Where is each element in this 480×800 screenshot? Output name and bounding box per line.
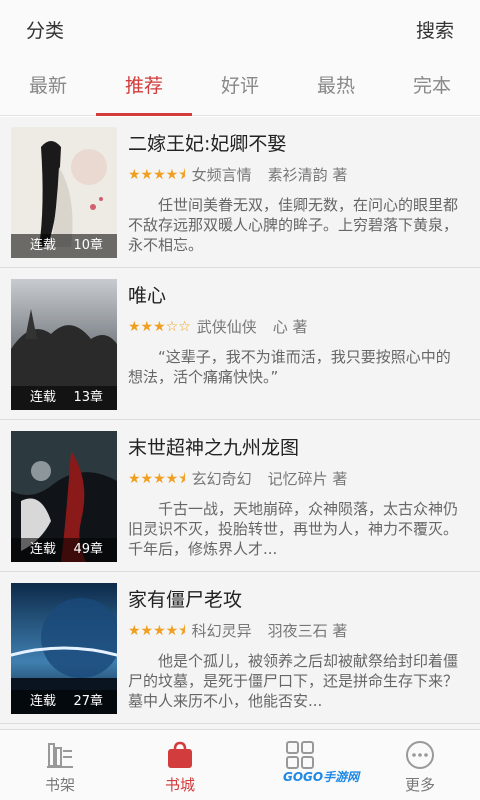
nav-label: 书架	[44, 776, 75, 794]
book-description: 任世间美眷无双，佳卿无数，在问心的眼里都不敌存远那双暖人心脾的眸子。上穷碧落下黄…	[128, 196, 459, 254]
book-author: 羽夜三石 著	[267, 622, 348, 640]
tab-top-rated[interactable]: 好评	[192, 56, 288, 116]
nav-bookstore[interactable]: 书城	[120, 730, 240, 800]
nav-bookshelf[interactable]: 书架	[0, 730, 120, 800]
book-cover[interactable]: 连载 13章	[11, 279, 117, 410]
book-meta: ★★★★⯨ 科幻灵异 羽夜三石 著	[128, 621, 347, 641]
active-tab-indicator	[96, 113, 192, 116]
book-category: 科幻灵异	[191, 622, 252, 640]
book-cover[interactable]: 连载 27章	[11, 583, 117, 714]
book-description: “这辈子，我不为谁而活，我只要按照心中的想法，活个痛痛快快。”	[128, 348, 451, 386]
book-author: 记忆碎片 著	[267, 470, 348, 488]
serial-status: 连载	[30, 238, 57, 253]
serial-status: 连载	[30, 542, 57, 557]
book-author: 心 著	[272, 318, 308, 336]
book-description: 他是个孤儿，被领养之后却被献祭给封印着僵尸的坟墓，是死于僵尸口下，还是拼命生存下…	[128, 652, 459, 710]
tab-recommended[interactable]: 推荐	[96, 56, 192, 116]
rating-stars-icon: ★★★★⯨	[128, 167, 186, 183]
chapter-count: 13章	[73, 390, 103, 405]
grid-icon	[286, 741, 314, 769]
list-item[interactable]: 连载 27章 家有僵尸老攻 ★★★★⯨ 科幻灵异 羽夜三石 著 他是个孤儿，被领养之…	[0, 573, 480, 724]
chapter-count: 10章	[73, 238, 103, 253]
book-category: 玄幻奇幻	[191, 470, 252, 488]
chapter-count: 49章	[73, 542, 103, 557]
more-dots-icon	[406, 741, 434, 769]
list-item[interactable]: 连载 13章 唯心 ★★★☆☆ 武侠仙侠心 著 “这辈子，我不为谁而活，我只要按照…	[0, 269, 480, 420]
cover-status-bar: 连载 13章	[11, 386, 117, 410]
cover-status-bar: 连载 49章	[11, 538, 117, 562]
rating-stars-icon: ★★★☆☆	[128, 319, 191, 335]
top-bar: 分类 搜索	[0, 0, 480, 56]
nav-more[interactable]: 更多	[360, 730, 480, 800]
book-title[interactable]: 家有僵尸老攻	[128, 585, 242, 612]
book-title[interactable]: 唯心	[128, 281, 166, 308]
book-category: 女频言情	[191, 166, 252, 184]
list-item[interactable]: 连载 10章 二嫁王妃:妃卿不娶 ★★★★⯨ 女频言情 素衫清韵 著 任世间美眷无双…	[0, 117, 480, 268]
cover-status-bar: 连载 27章	[11, 690, 117, 714]
tab-bar: 最新 推荐 好评 最热 完本	[0, 56, 480, 116]
book-category: 武侠仙侠	[196, 318, 257, 336]
nav-grid[interactable]	[240, 730, 360, 800]
book-cover[interactable]: 连载 10章	[11, 127, 117, 258]
book-author: 素衫清韵 著	[267, 166, 348, 184]
watermark-logo: GOGO手游网	[283, 770, 360, 784]
book-meta: ★★★★⯨ 女频言情 素衫清韵 著	[128, 165, 347, 185]
rating-stars-icon: ★★★★⯨	[128, 623, 186, 639]
bookshelf-icon	[47, 743, 73, 768]
book-list[interactable]: 连载 10章 二嫁王妃:妃卿不娶 ★★★★⯨ 女频言情 素衫清韵 著 任世间美眷无双…	[0, 117, 480, 729]
book-title[interactable]: 末世超神之九州龙图	[128, 433, 299, 460]
tab-hottest[interactable]: 最热	[288, 56, 384, 116]
tab-completed[interactable]: 完本	[384, 56, 480, 116]
serial-status: 连载	[30, 694, 57, 709]
book-cover[interactable]: 连载 49章	[11, 431, 117, 562]
book-description: 千古一战，天地崩碎，众神陨落，太古众神仍旧灵识不灭，投胎转世，再世为人，神力不覆…	[128, 500, 459, 558]
bottom-nav: 书架 书城 更多	[0, 729, 480, 800]
tab-latest[interactable]: 最新	[0, 56, 96, 116]
nav-label: 书城	[164, 776, 195, 794]
book-meta: ★★★★⯨ 玄幻奇幻 记忆碎片 著	[128, 469, 347, 489]
cover-status-bar: 连载 10章	[11, 234, 117, 258]
rating-stars-icon: ★★★★⯨	[128, 471, 186, 487]
book-title[interactable]: 二嫁王妃:妃卿不娶	[128, 129, 286, 156]
nav-label: 更多	[404, 776, 435, 794]
search-button[interactable]: 搜索	[416, 16, 454, 43]
serial-status: 连载	[30, 390, 57, 405]
book-meta: ★★★☆☆ 武侠仙侠心 著	[128, 317, 308, 337]
bookstore-bag-icon	[168, 741, 192, 768]
chapter-count: 27章	[73, 694, 103, 709]
list-item[interactable]: 连载 49章 末世超神之九州龙图 ★★★★⯨ 玄幻奇幻 记忆碎片 著 千古一战，天地…	[0, 421, 480, 572]
category-button[interactable]: 分类	[26, 16, 64, 43]
